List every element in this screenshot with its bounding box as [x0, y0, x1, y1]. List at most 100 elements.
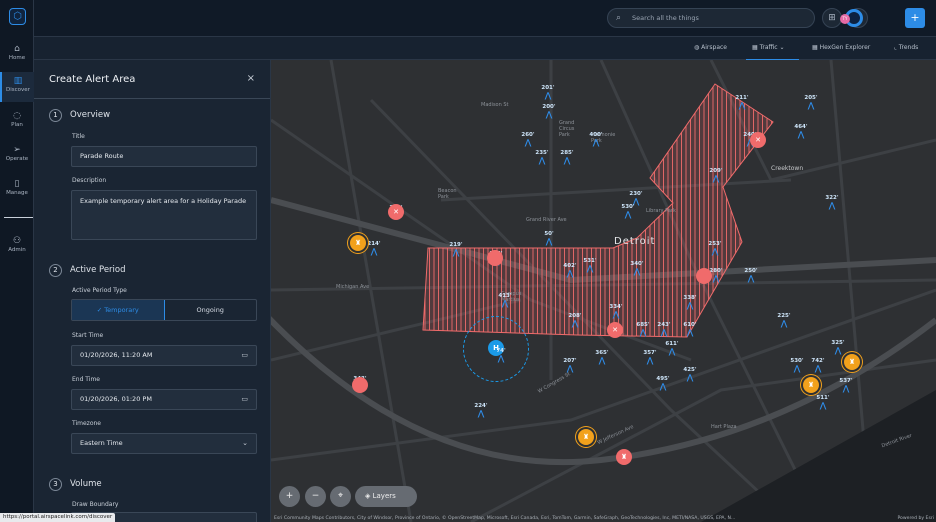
drone-marker[interactable]: 530'⋀	[618, 204, 638, 219]
drone-icon: ⋀	[567, 364, 574, 373]
alert-cluster[interactable]: ✕	[388, 204, 404, 220]
sidebar-item-manage[interactable]: ▯Manage	[0, 175, 34, 205]
alert-cluster[interactable]	[487, 250, 503, 266]
drone-icon: ⋀	[525, 138, 532, 147]
drone-marker[interactable]: 200'⋀	[539, 104, 559, 119]
zoom-out-button[interactable]: −	[305, 486, 326, 507]
start-time-input[interactable]: 01/20/2026, 11:20 AM▭	[71, 345, 257, 366]
drone-marker[interactable]: 74'⋀	[491, 348, 511, 363]
tab-hexgen-explorer[interactable]: ▦ HexGen Explorer	[812, 44, 870, 51]
drone-marker[interactable]: 211'⋀	[732, 95, 752, 110]
drone-marker[interactable]: 537'⋀	[836, 378, 856, 393]
drone-marker[interactable]: 253'⋀	[705, 241, 725, 256]
drone-marker[interactable]: 205'⋀	[801, 95, 821, 110]
drone-marker[interactable]: 219'⋀	[446, 242, 466, 257]
drone-icon: ⋀	[781, 319, 788, 328]
drone-marker[interactable]: 425'⋀	[680, 367, 700, 382]
drone-marker[interactable]: 338'⋀	[680, 295, 700, 310]
drone-marker[interactable]: 340'⋀	[627, 261, 647, 276]
sidebar-item-plan[interactable]: ◌Plan	[0, 107, 34, 137]
drone-icon: ⋀	[713, 274, 720, 283]
search-input[interactable]: ⌕Search all the things	[607, 8, 815, 28]
drone-marker[interactable]: 235'⋀	[532, 150, 552, 165]
drone-marker[interactable]: 402'⋀	[560, 263, 580, 278]
drone-cluster[interactable]: ♜	[803, 377, 819, 393]
alert-cluster[interactable]: ♜	[616, 449, 632, 465]
drone-icon: ⋀	[843, 384, 850, 393]
user-avatar[interactable]: TY	[840, 14, 850, 24]
drone-marker[interactable]: 511'⋀	[813, 395, 833, 410]
drone-marker[interactable]: 357'⋀	[640, 350, 660, 365]
drone-cluster[interactable]: ♜	[350, 235, 366, 251]
tab-airspace[interactable]: ◍ Airspace	[694, 44, 727, 51]
drone-marker[interactable]: 610'⋀	[680, 322, 700, 337]
drone-marker[interactable]: 208'⋀	[565, 313, 585, 328]
drone-marker[interactable]: 285'⋀	[557, 150, 577, 165]
sidebar-item-operate[interactable]: ➢Operate	[0, 141, 34, 171]
drone-icon: ⋀	[587, 264, 594, 273]
drone-marker[interactable]: 207'⋀	[560, 358, 580, 373]
alert-cluster[interactable]	[352, 377, 368, 393]
zoom-in-button[interactable]: +	[279, 486, 300, 507]
drone-icon: ⋀	[640, 328, 647, 337]
tab-traffic[interactable]: ▦ Traffic ⌄	[752, 44, 785, 51]
calendar-icon[interactable]: ▭	[241, 390, 248, 409]
app-logo-icon[interactable]: ⬡	[9, 8, 26, 25]
drone-marker[interactable]: 201'⋀	[538, 85, 558, 100]
sidebar-item-home[interactable]: ⌂Home	[0, 40, 34, 70]
drone-marker[interactable]: 531'⋀	[580, 258, 600, 273]
step-number: 1	[49, 109, 62, 122]
tab-trends[interactable]: ⌞ Trends	[894, 44, 918, 51]
drone-marker[interactable]: 413'⋀	[495, 293, 515, 308]
drone-marker[interactable]: 365'⋀	[592, 350, 612, 365]
drone-marker[interactable]: 611'⋀	[662, 341, 682, 356]
section-overview: 1Overview	[49, 109, 110, 122]
drone-cluster[interactable]: ♜	[578, 429, 594, 445]
panel-header: Create Alert Area×	[34, 60, 270, 99]
drone-cluster[interactable]: ♜	[844, 354, 860, 370]
drone-marker[interactable]: 250'⋀	[741, 268, 761, 283]
drone-icon: ⋀	[815, 364, 822, 373]
drone-marker[interactable]: 209'⋀	[706, 168, 726, 183]
drone-icon: ⋀	[687, 301, 694, 310]
drone-marker[interactable]: 400'⋀	[586, 132, 606, 147]
drone-icon: ⋀	[572, 319, 579, 328]
home-icon: ⌂	[0, 43, 34, 55]
drone-marker[interactable]: 325'⋀	[828, 340, 848, 355]
timezone-select[interactable]: Eastern Time⌄	[71, 433, 257, 454]
drone-marker[interactable]: 322'⋀	[822, 195, 842, 210]
add-button[interactable]: +	[905, 8, 925, 28]
option-ongoing[interactable]: Ongoing	[165, 300, 257, 320]
drone-marker[interactable]: 260'⋀	[518, 132, 538, 147]
drone-marker[interactable]: 464'⋀	[791, 124, 811, 139]
drone-marker[interactable]: 530'⋀	[787, 358, 807, 373]
locate-button[interactable]: ⌖	[330, 486, 351, 507]
drone-marker[interactable]: 214'⋀	[364, 241, 384, 256]
layers-button[interactable]: ◈ Layers	[355, 486, 417, 507]
area-label: Creektown	[771, 165, 803, 172]
drone-marker[interactable]: 685'⋀	[633, 322, 653, 337]
sidebar-item-admin[interactable]: ⚇Admin	[0, 232, 34, 262]
step-number: 2	[49, 264, 62, 277]
title-input[interactable]: Parade Route	[71, 146, 257, 167]
drone-marker[interactable]: 742'⋀	[808, 358, 828, 373]
description-textarea[interactable]: Example temporary alert area for a Holid…	[71, 190, 257, 240]
alert-cluster[interactable]: ✕	[750, 132, 766, 148]
end-time-input[interactable]: 01/20/2026, 01:20 PM▭	[71, 389, 257, 410]
drone-marker[interactable]: 495'⋀	[653, 376, 673, 391]
drone-marker[interactable]: 334'⋀	[606, 304, 626, 319]
option-temporary[interactable]: ✓ Temporary	[72, 300, 165, 320]
alert-cluster[interactable]: ✕	[607, 322, 623, 338]
drone-marker[interactable]: 50'⋀	[539, 231, 559, 246]
drone-marker[interactable]: 225'⋀	[774, 313, 794, 328]
map-view[interactable]: Detroit Creektown Grand River Ave Michig…	[271, 60, 936, 522]
sidebar-item-discover[interactable]: ▥Discover	[0, 72, 34, 102]
drone-marker[interactable]: 224'⋀	[471, 403, 491, 418]
calendar-icon[interactable]: ▭	[241, 346, 248, 365]
apps-grid-button[interactable]: ⊞	[822, 8, 842, 28]
title-label: Title	[72, 133, 85, 140]
drone-marker[interactable]: 243'⋀	[654, 322, 674, 337]
close-icon[interactable]: ×	[247, 73, 255, 84]
alert-cluster[interactable]	[696, 268, 712, 284]
draw-boundary-label: Draw Boundary	[72, 501, 118, 508]
